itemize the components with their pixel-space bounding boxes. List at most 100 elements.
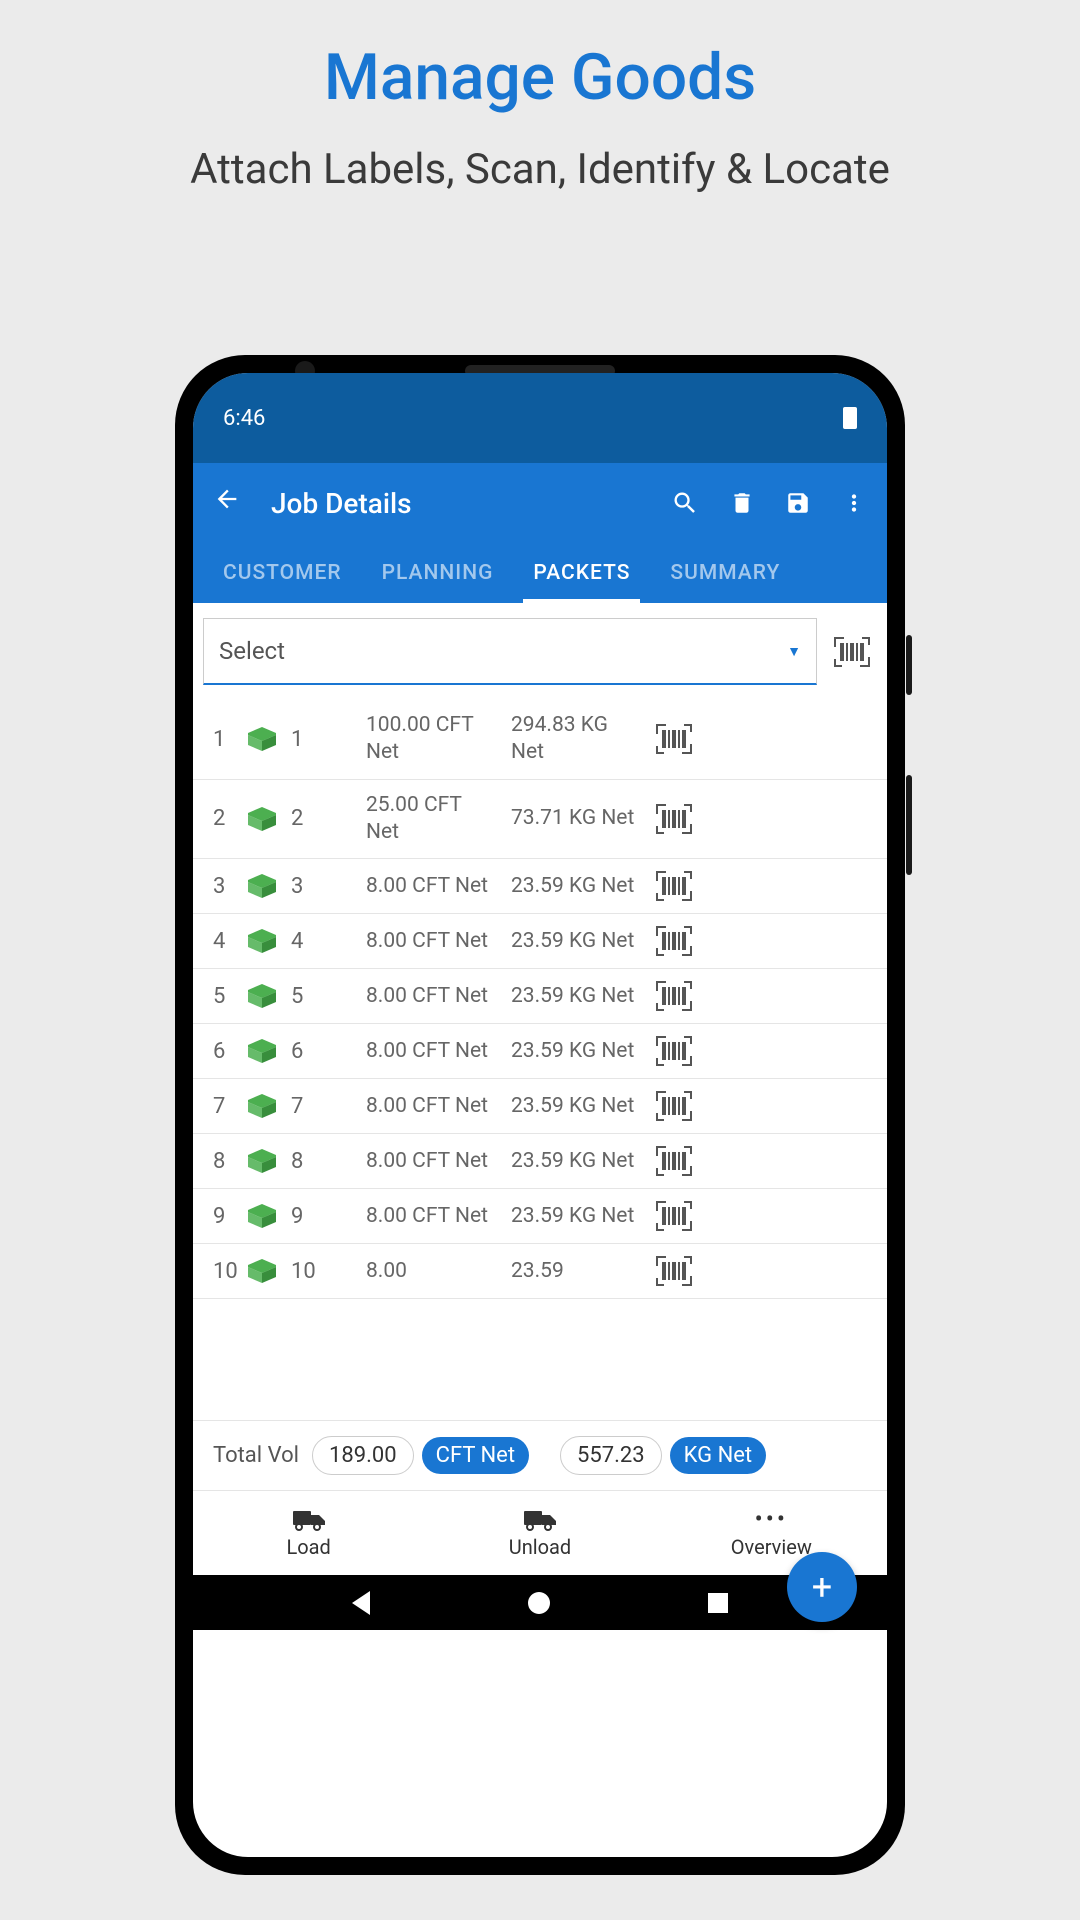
total-weight-unit[interactable]: KG Net	[670, 1437, 766, 1474]
packet-weight: 23.59 KG Net	[511, 1038, 641, 1065]
totals-row: Total Vol 189.00 CFT Net 557.23 KG Net	[193, 1420, 887, 1490]
dots-icon: •••	[755, 1507, 788, 1531]
packet-weight: 23.59 KG Net	[511, 1148, 641, 1175]
packet-id: 1	[291, 727, 351, 752]
total-weight-value[interactable]: 557.23	[560, 1436, 662, 1475]
packet-number: 2	[213, 806, 233, 831]
nav-unload-label: Unload	[509, 1535, 571, 1559]
packet-number: 3	[213, 874, 233, 899]
phone-frame: 6:46 Job Details	[175, 355, 905, 1875]
packet-volume: 100.00 CFT Net	[366, 712, 496, 767]
scan-barcode-button[interactable]	[827, 627, 877, 677]
app-title: Job Details	[271, 487, 641, 520]
phone-screen: 6:46 Job Details	[193, 373, 887, 1857]
packet-weight: 73.71 KG Net	[511, 805, 641, 832]
packet-id: 2	[291, 806, 351, 831]
row-scan-button[interactable]	[656, 926, 696, 956]
page-title: Manage Goods	[0, 0, 1080, 115]
packet-weight: 294.83 KG Net	[511, 712, 641, 767]
packet-row[interactable]: 9 9 8.00 CFT Net 23.59 KG Net	[193, 1189, 887, 1244]
packet-volume: 25.00 CFT Net	[366, 792, 496, 847]
nav-overview[interactable]: ••• Overview	[656, 1491, 887, 1575]
packet-id: 7	[291, 1094, 351, 1119]
row-scan-button[interactable]	[656, 724, 696, 754]
search-icon[interactable]	[671, 489, 699, 517]
tab-summary[interactable]: SUMMARY	[650, 543, 800, 603]
box-icon	[248, 1039, 276, 1063]
packet-row[interactable]: 2 2 25.00 CFT Net 73.71 KG Net	[193, 780, 887, 860]
row-scan-button[interactable]	[656, 1036, 696, 1066]
truck-load-icon	[291, 1507, 327, 1531]
android-recents[interactable]	[708, 1593, 728, 1613]
save-icon[interactable]	[785, 490, 811, 516]
tab-planning[interactable]: PLANNING	[362, 543, 514, 603]
box-icon	[248, 1204, 276, 1228]
total-volume-value[interactable]: 189.00	[312, 1436, 414, 1475]
packet-number: 9	[213, 1204, 233, 1229]
add-button[interactable]: +	[787, 1552, 857, 1622]
box-icon	[248, 807, 276, 831]
packet-number: 1	[213, 727, 233, 752]
tabs: CUSTOMER PLANNING PACKETS SUMMARY	[193, 543, 887, 603]
nav-unload[interactable]: Unload	[424, 1491, 655, 1575]
tab-customer[interactable]: CUSTOMER	[203, 543, 362, 603]
packet-row[interactable]: 668.00 CFT Net23.59 KG Net	[193, 1024, 887, 1079]
box-icon	[248, 984, 276, 1008]
nav-overview-label: Overview	[731, 1535, 812, 1559]
phone-side-button	[906, 775, 912, 875]
packet-row[interactable]: 558.00 CFT Net23.59 KG Net	[193, 969, 887, 1024]
row-scan-button[interactable]	[656, 871, 696, 901]
barcode-icon	[834, 637, 870, 667]
row-scan-button[interactable]	[656, 1091, 696, 1121]
packet-id: 4	[291, 929, 351, 954]
packet-volume: 8.00 CFT Net	[366, 1203, 496, 1230]
row-scan-button[interactable]	[656, 804, 696, 834]
packet-volume: 8.00 CFT Net	[366, 983, 496, 1010]
box-icon	[248, 1094, 276, 1118]
row-scan-button[interactable]	[656, 1256, 696, 1286]
select-placeholder: Select	[219, 637, 285, 665]
packets-list: 1 1 100.00 CFT Net 294.83 KG Net 2 2 25.00 CFT…	[193, 700, 887, 1420]
row-scan-button[interactable]	[656, 1146, 696, 1176]
packet-weight: 23.59 KG Net	[511, 983, 641, 1010]
back-button[interactable]	[213, 485, 241, 521]
packet-volume: 8.00 CFT Net	[366, 1093, 496, 1120]
packet-weight: 23.59 KG Net	[511, 1203, 641, 1230]
box-icon	[248, 929, 276, 953]
bottom-nav: Load Unload ••• Overview	[193, 1490, 887, 1575]
status-bar: 6:46	[193, 373, 887, 463]
android-home[interactable]	[528, 1592, 550, 1614]
nav-load-label: Load	[286, 1535, 330, 1559]
packet-volume: 8.00 CFT Net	[366, 1148, 496, 1175]
packet-volume: 8.00 CFT Net	[366, 1038, 496, 1065]
packet-id: 8	[291, 1149, 351, 1174]
packet-id: 10	[291, 1259, 351, 1284]
packet-weight: 23.59 KG Net	[511, 873, 641, 900]
android-back[interactable]	[352, 1591, 370, 1615]
total-label: Total Vol	[213, 1443, 299, 1468]
packet-weight: 23.59 KG Net	[511, 928, 641, 955]
packet-id: 9	[291, 1204, 351, 1229]
total-volume-unit[interactable]: CFT Net	[422, 1437, 529, 1474]
packet-row[interactable]: 10108.0023.59	[193, 1244, 887, 1299]
packet-volume: 8.00 CFT Net	[366, 873, 496, 900]
box-icon	[248, 1259, 276, 1283]
packet-row[interactable]: 778.00 CFT Net23.59 KG Net	[193, 1079, 887, 1134]
packet-row[interactable]: 338.00 CFT Net23.59 KG Net	[193, 859, 887, 914]
status-icons	[843, 407, 857, 429]
status-time: 6:46	[223, 406, 265, 431]
packet-row[interactable]: 1 1 100.00 CFT Net 294.83 KG Net	[193, 700, 887, 780]
packet-row[interactable]: 448.00 CFT Net23.59 KG Net	[193, 914, 887, 969]
row-scan-button[interactable]	[656, 1201, 696, 1231]
select-row: Select ▼	[193, 603, 887, 700]
row-scan-button[interactable]	[656, 981, 696, 1011]
app-bar: Job Details	[193, 463, 887, 543]
select-dropdown[interactable]: Select ▼	[203, 618, 817, 685]
more-icon[interactable]	[841, 490, 867, 516]
page-subtitle: Attach Labels, Scan, Identify & Locate	[0, 115, 1080, 194]
tab-packets[interactable]: PACKETS	[513, 543, 650, 603]
delete-icon[interactable]	[729, 490, 755, 516]
packet-row[interactable]: 888.00 CFT Net23.59 KG Net	[193, 1134, 887, 1189]
packet-id: 5	[291, 984, 351, 1009]
nav-load[interactable]: Load	[193, 1491, 424, 1575]
